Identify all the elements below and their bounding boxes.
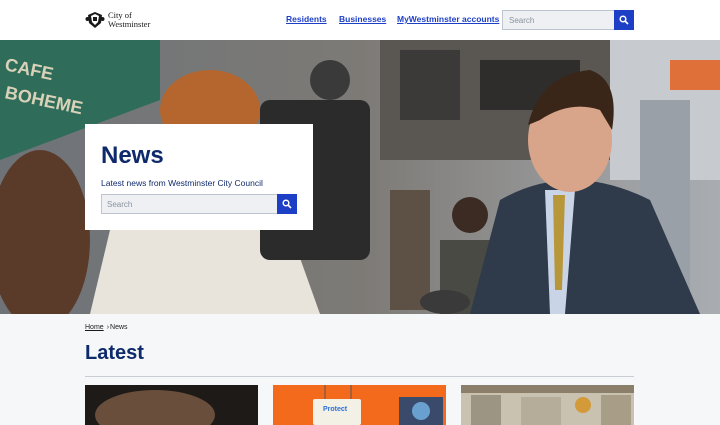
news-photo-2: Protect: [273, 385, 446, 425]
search-icon: [282, 199, 292, 209]
site-header: City of Westminster Residents Businesses…: [0, 0, 720, 40]
news-search-input[interactable]: Search: [101, 194, 277, 214]
hero-card: News Latest news from Westminster City C…: [85, 124, 313, 230]
breadcrumb-home[interactable]: Home: [85, 324, 104, 331]
news-card-image-1[interactable]: [85, 385, 258, 425]
header-search-button[interactable]: [614, 10, 634, 30]
header-search-input[interactable]: Search: [502, 10, 614, 30]
logo-text: City of Westminster: [108, 11, 150, 29]
search-icon: [619, 15, 629, 25]
news-photo-1: [85, 385, 258, 425]
crest-icon: [85, 12, 105, 28]
nav-mywestminster-accounts[interactable]: MyWestminster accounts: [397, 14, 499, 24]
news-search-button[interactable]: [277, 194, 297, 214]
hero-banner: CAFE BOHEME News Latest news from Westmi…: [0, 40, 720, 314]
logo-line-2: Westminster: [108, 19, 151, 29]
page-title: News: [101, 142, 164, 169]
city-logo[interactable]: City of Westminster: [85, 10, 150, 30]
news-card-image-2[interactable]: Protect: [273, 385, 446, 425]
nav-businesses[interactable]: Businesses: [339, 14, 386, 24]
tile-sign-text: Protect: [323, 406, 348, 413]
breadcrumb-current: News: [110, 324, 128, 331]
nav-residents[interactable]: Residents: [286, 14, 327, 24]
breadcrumb: Home ›News: [85, 324, 128, 331]
page-subtitle: Latest news from Westminster City Counci…: [101, 178, 263, 188]
chevron-right-icon: ›: [106, 324, 110, 331]
divider: [85, 376, 634, 377]
section-title: Latest: [85, 342, 144, 364]
news-card-image-3[interactable]: [461, 385, 634, 425]
news-photo-3: [461, 385, 634, 425]
